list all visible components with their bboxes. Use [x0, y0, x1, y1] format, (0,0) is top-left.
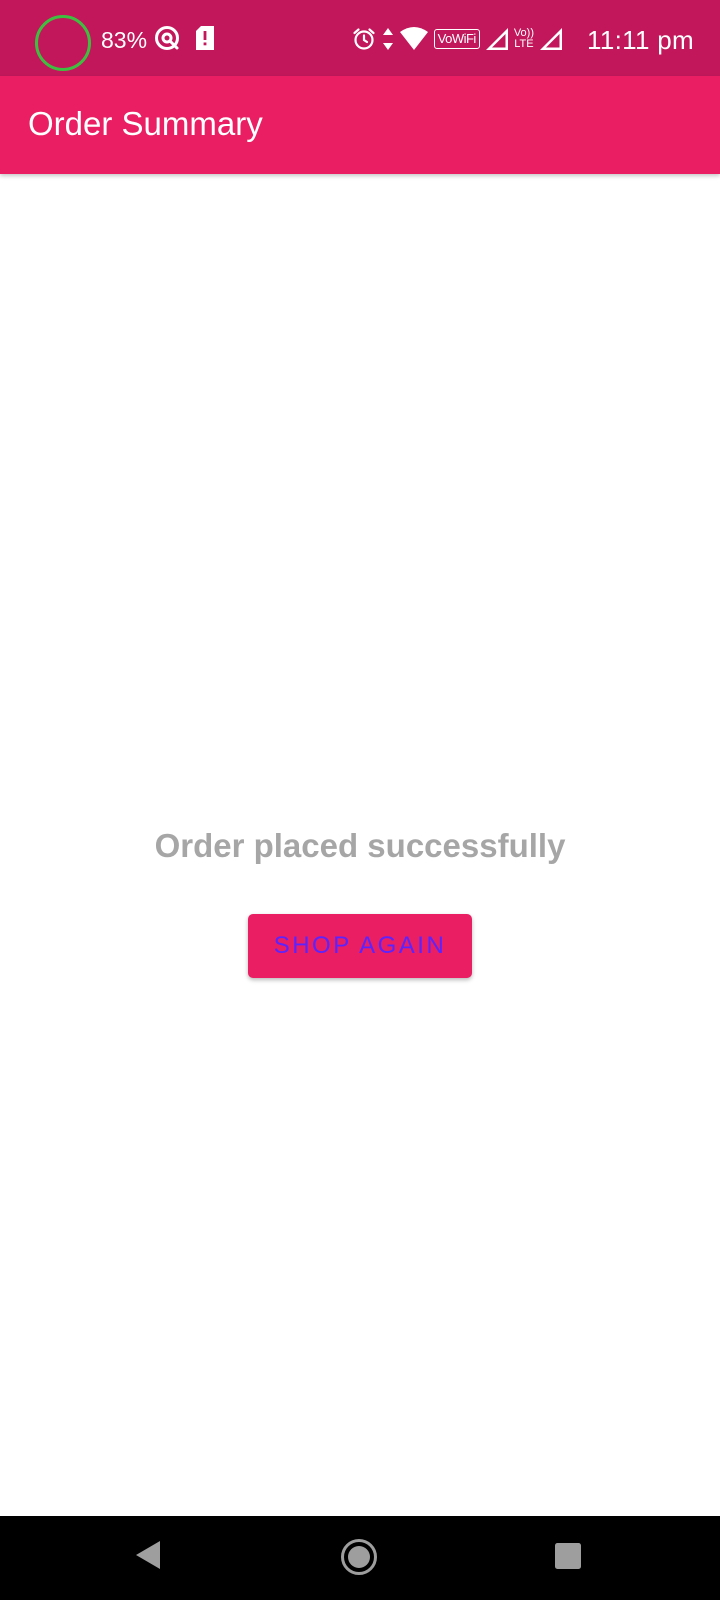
- back-icon[interactable]: [134, 1540, 162, 1570]
- shop-again-button[interactable]: SHOP AGAIN: [248, 914, 472, 978]
- sync-icon: [155, 26, 179, 50]
- vowifi-badge: VoWiFi: [433, 29, 480, 49]
- battery-ring-icon: [35, 15, 91, 71]
- status-icons: VoWiFi Vo)) LTE: [352, 24, 562, 54]
- signal-icon: [540, 28, 562, 50]
- navigation-bar: [0, 1516, 720, 1600]
- home-icon[interactable]: [340, 1538, 378, 1576]
- signal-icon: [485, 28, 508, 50]
- volte-bottom: LTE: [514, 38, 534, 50]
- wifi-icon: [399, 27, 428, 50]
- page-title: Order Summary: [28, 105, 263, 142]
- sim-alert-icon: [196, 26, 214, 50]
- main-content: Order placed successfully SHOP AGAIN: [0, 174, 720, 1516]
- clock: 11:11 pm: [587, 25, 694, 55]
- success-message: Order placed successfully: [154, 827, 566, 864]
- volte-badge: Vo)) LTE: [514, 28, 534, 50]
- battery-percent: 83%: [101, 27, 148, 53]
- alarm-icon: [353, 28, 375, 50]
- status-bar: 83% VoWiFi Vo)) LTE 11:11 pm: [0, 0, 720, 76]
- app-bar: Order Summary: [0, 76, 720, 174]
- data-arrows-icon: [382, 28, 393, 50]
- recents-icon[interactable]: [554, 1542, 582, 1570]
